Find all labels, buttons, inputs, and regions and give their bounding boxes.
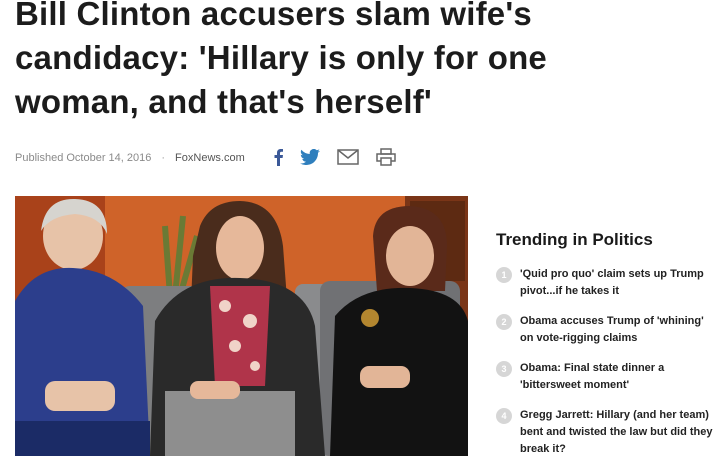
- trending-list: 1 'Quid pro quo' claim sets up Trump piv…: [496, 266, 720, 456]
- article-meta: Published October 14, 2016 · FoxNews.com: [15, 150, 245, 166]
- trending-number: 2: [496, 314, 512, 330]
- facebook-icon: [274, 149, 283, 166]
- share-bar: [266, 146, 398, 168]
- published-date: Published October 14, 2016: [15, 152, 152, 164]
- twitter-share-button[interactable]: [298, 146, 322, 168]
- article-source: FoxNews.com: [175, 152, 245, 164]
- print-icon: [376, 148, 396, 166]
- video-player[interactable]: [15, 196, 468, 456]
- trending-item[interactable]: 2 Obama accuses Trump of 'whining' on vo…: [496, 313, 720, 347]
- email-share-button[interactable]: [336, 146, 360, 168]
- trending-link[interactable]: Gregg Jarrett: Hillary (and her team) be…: [520, 407, 720, 456]
- trending-title: Trending in Politics: [496, 230, 653, 249]
- video-frame-image: [15, 196, 468, 456]
- facebook-share-button[interactable]: [266, 146, 290, 168]
- trending-number: 4: [496, 408, 512, 424]
- trending-link[interactable]: Obama: Final state dinner a 'bittersweet…: [520, 360, 720, 394]
- trending-sidebar: Trending in Politics 1 'Quid pro quo' cl…: [496, 228, 720, 456]
- email-icon: [337, 149, 359, 165]
- trending-item[interactable]: 3 Obama: Final state dinner a 'bitterswe…: [496, 360, 720, 394]
- trending-item[interactable]: 4 Gregg Jarrett: Hillary (and her team) …: [496, 407, 720, 456]
- trending-number: 3: [496, 361, 512, 377]
- trending-item[interactable]: 1 'Quid pro quo' claim sets up Trump piv…: [496, 266, 720, 300]
- trending-number: 1: [496, 267, 512, 283]
- print-button[interactable]: [374, 146, 398, 168]
- twitter-icon: [300, 149, 320, 165]
- article-headline: Bill Clinton accusers slam wife's candid…: [15, 0, 547, 120]
- meta-separator: ·: [161, 152, 166, 164]
- trending-link[interactable]: Obama accuses Trump of 'whining' on vote…: [520, 313, 720, 347]
- trending-link[interactable]: 'Quid pro quo' claim sets up Trump pivot…: [520, 266, 720, 300]
